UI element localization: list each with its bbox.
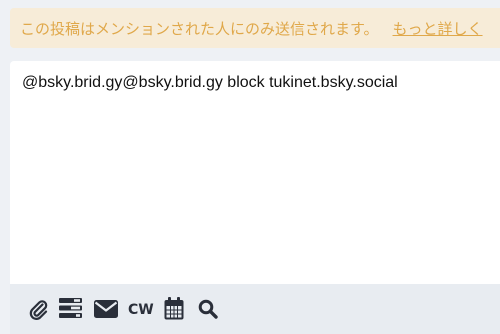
search-button[interactable]	[198, 299, 218, 319]
visibility-button[interactable]	[94, 300, 118, 318]
calendar-icon	[164, 297, 184, 320]
notice-text: この投稿はメンションされた人にのみ送信されます。	[20, 19, 379, 38]
compose-textarea[interactable]: @bsky.brid.gy@bsky.brid.gy block tukinet…	[10, 61, 500, 284]
schedule-button[interactable]	[164, 297, 184, 320]
cw-label: CW	[128, 302, 154, 318]
direct-message-notice: この投稿はメンションされた人にのみ送信されます。 もっと詳しく	[10, 8, 500, 48]
compose-text[interactable]: @bsky.brid.gy@bsky.brid.gy block tukinet…	[22, 74, 500, 92]
compose-page: この投稿はメンションされた人にのみ送信されます。 もっと詳しく @bsky.br…	[0, 0, 500, 334]
poll-icon	[59, 298, 82, 318]
envelope-icon	[94, 300, 118, 318]
content-warning-button[interactable]: CW	[128, 302, 154, 318]
compose-toolbar: CW	[10, 284, 500, 334]
poll-button[interactable]	[59, 298, 82, 318]
learn-more-link[interactable]: もっと詳しく	[393, 18, 483, 39]
paperclip-icon	[28, 298, 48, 320]
search-icon	[198, 299, 218, 319]
attach-button[interactable]	[28, 298, 48, 320]
